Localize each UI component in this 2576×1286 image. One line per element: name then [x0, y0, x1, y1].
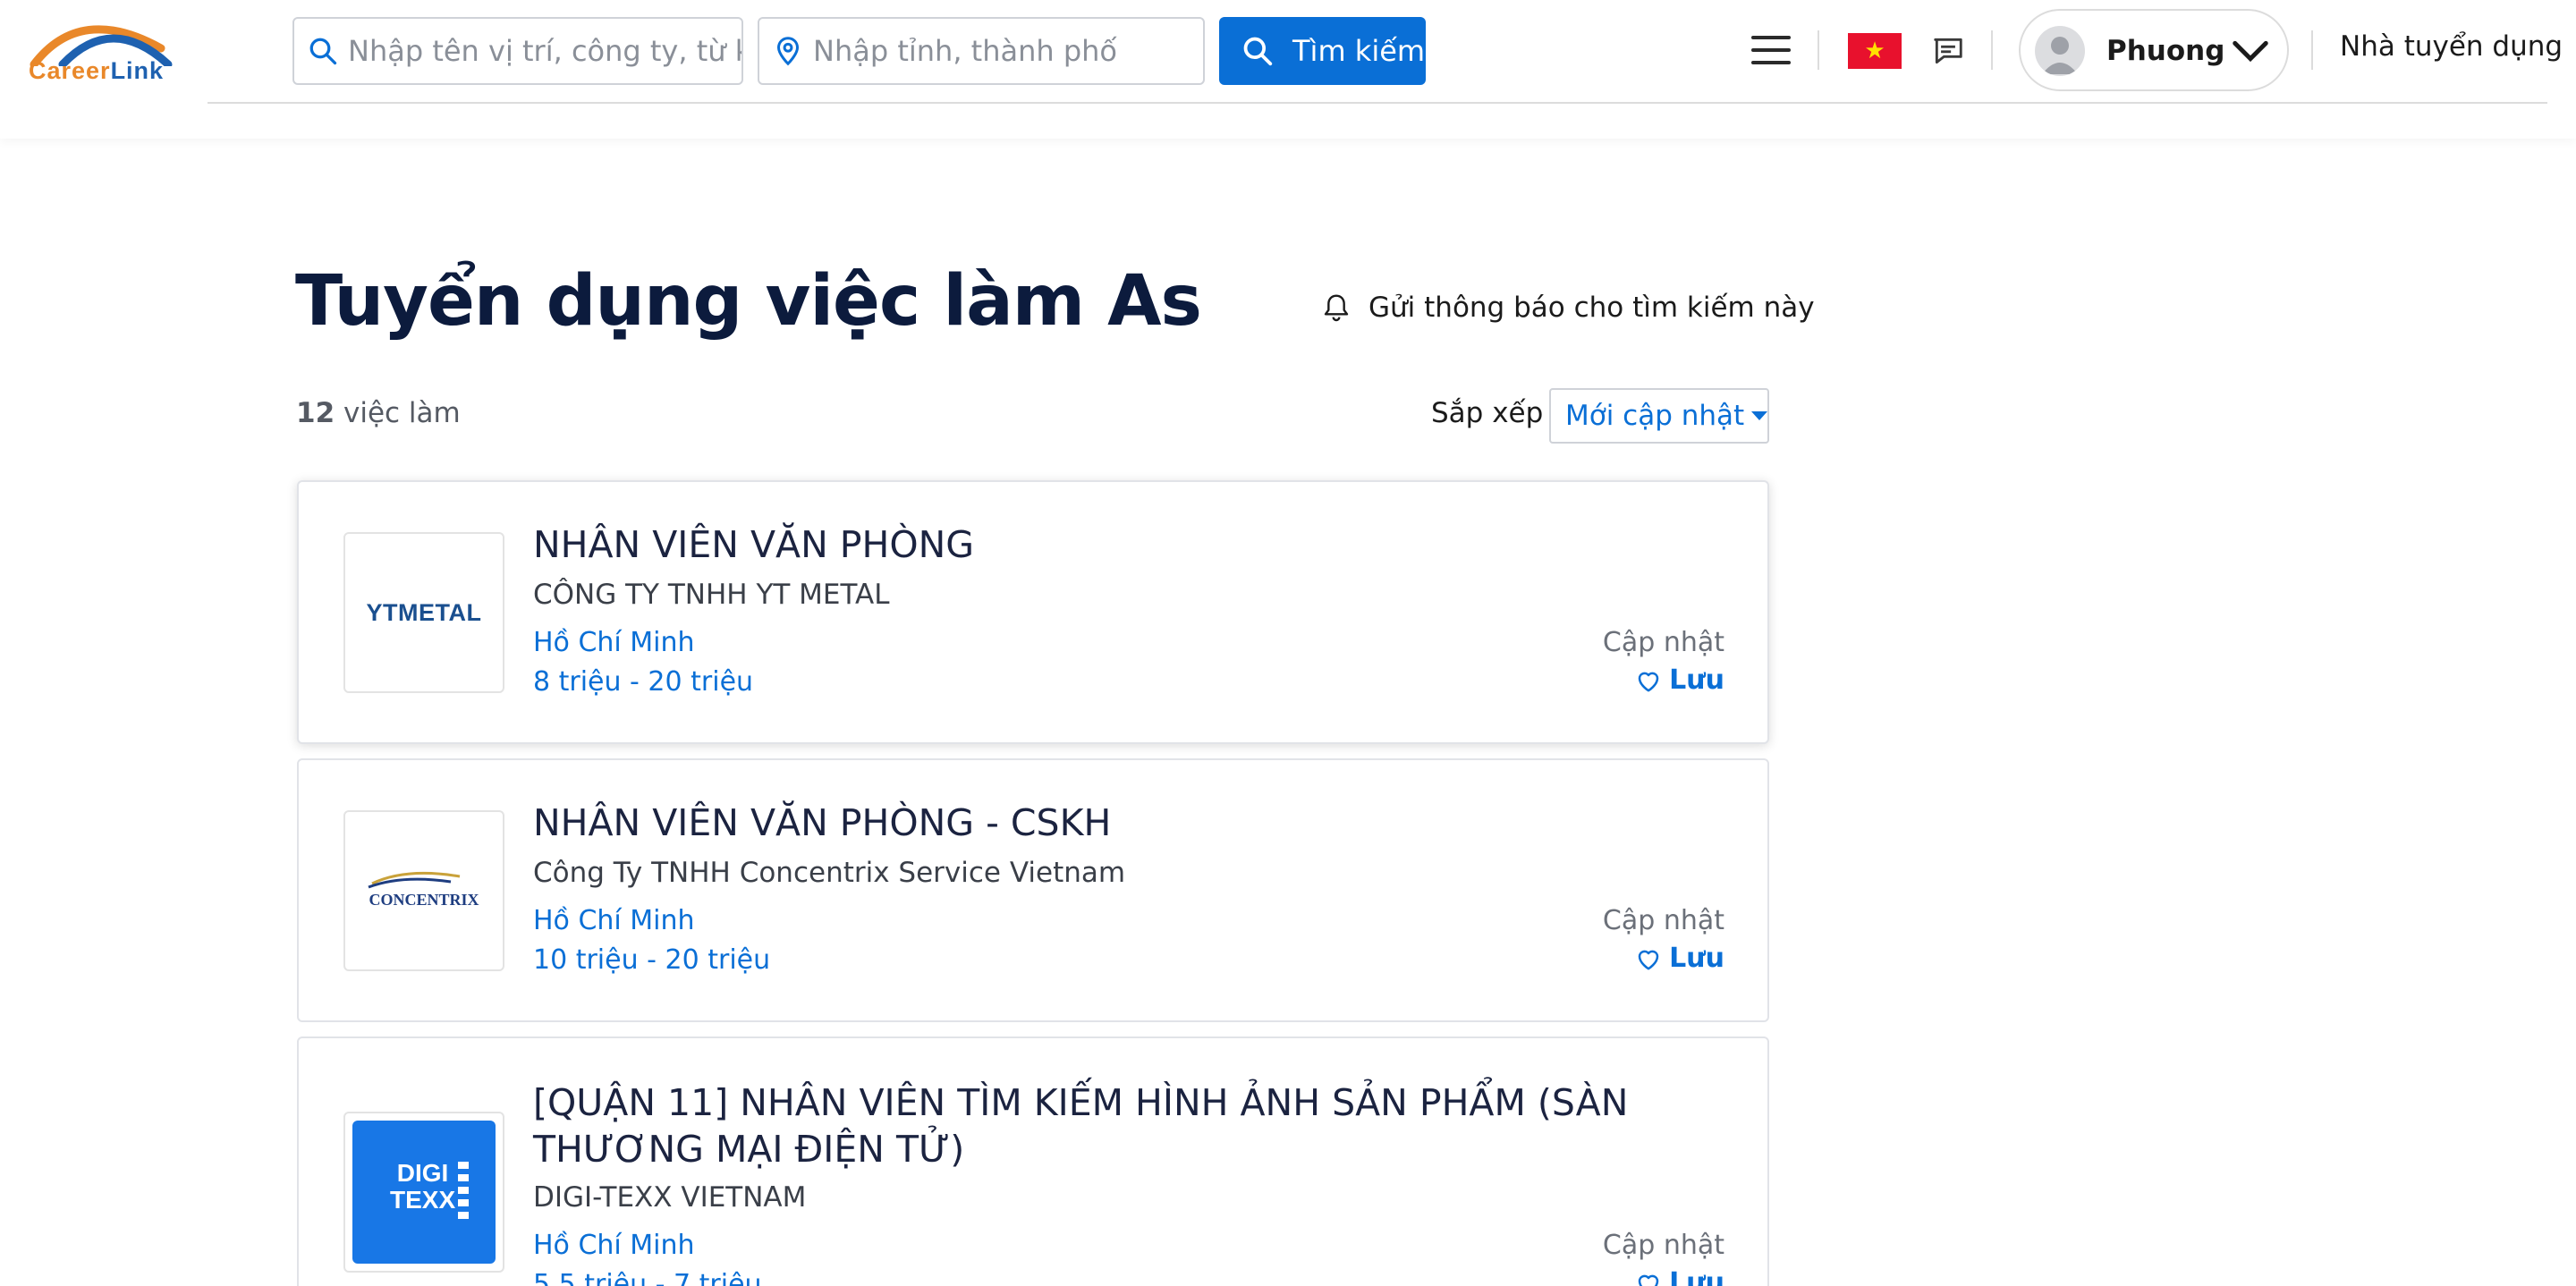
job-company[interactable]: DIGI-TEXX VIETNAM	[533, 1181, 806, 1214]
employer-link[interactable]: Nhà tuyển dụng	[2340, 30, 2563, 63]
job-salary: 5,5 triệu - 7 triệu	[533, 1269, 762, 1286]
job-updated: Cập nhật	[1602, 627, 1724, 658]
menu-icon[interactable]	[1751, 36, 1791, 68]
job-card[interactable]: DIGI TEXX [QUẬN 11] NHÂN VIÊN TÌM KIẾM H…	[297, 1036, 1769, 1286]
keyword-search-input[interactable]	[348, 34, 741, 68]
company-logo-text: CONCENTRIX	[369, 891, 479, 909]
job-location[interactable]: Hồ Chí Minh	[533, 905, 695, 936]
page-title: Tuyển dụng việc làm As	[295, 261, 1202, 342]
save-job-button[interactable]: Lưu	[1635, 664, 1724, 696]
search-button-label: Tìm kiếm	[1292, 34, 1426, 68]
job-count-label: việc làm	[343, 397, 461, 429]
job-location[interactable]: Hồ Chí Minh	[533, 627, 695, 658]
job-salary: 10 triệu - 20 triệu	[533, 944, 771, 976]
company-logo-text: DIGI	[396, 1159, 449, 1187]
search-button[interactable]: Tìm kiếm	[1219, 17, 1426, 85]
keyword-search-field[interactable]	[292, 17, 743, 85]
company-logo[interactable]: DIGI TEXX	[343, 1112, 504, 1273]
search-alert-label: Gửi thông báo cho tìm kiếm này	[1368, 292, 1815, 324]
company-logo-text: TEXX	[390, 1186, 456, 1214]
save-job-label: Lưu	[1669, 1267, 1724, 1286]
user-avatar-icon	[2035, 26, 2085, 76]
search-icon	[1243, 37, 1273, 66]
heart-icon	[1638, 672, 1659, 691]
location-search-input[interactable]	[813, 34, 1203, 68]
location-search-field[interactable]	[758, 17, 1205, 85]
header-divider	[208, 102, 2547, 104]
save-job-label: Lưu	[1669, 664, 1724, 696]
job-title[interactable]: NHÂN VIÊN VĂN PHÒNG	[533, 521, 1678, 568]
divider	[1991, 30, 1993, 70]
job-updated: Cập nhật	[1602, 1230, 1724, 1261]
save-job-button[interactable]: Lưu	[1635, 943, 1724, 974]
bell-icon	[1324, 294, 1349, 322]
heart-icon	[1638, 1274, 1659, 1286]
chat-icon[interactable]	[1930, 34, 1966, 68]
sort-value: Mới cập nhật	[1565, 400, 1745, 432]
sort-dropdown[interactable]: Mới cập nhật	[1549, 388, 1769, 444]
job-location[interactable]: Hồ Chí Minh	[533, 1230, 695, 1261]
job-company[interactable]: Công Ty TNHH Concentrix Service Vietnam	[533, 857, 1125, 889]
save-job-button[interactable]: Lưu	[1635, 1267, 1724, 1286]
company-logo[interactable]: YTMETAL	[343, 532, 504, 693]
job-salary: 8 triệu - 20 triệu	[533, 666, 754, 698]
job-card[interactable]: CONCENTRIX NHÂN VIÊN VĂN PHÒNG - CSKH Cô…	[297, 758, 1769, 1022]
caret-down-icon	[1751, 411, 1768, 420]
job-title[interactable]: NHÂN VIÊN VĂN PHÒNG - CSKH	[533, 800, 1678, 846]
careerlink-logo[interactable]: CareerLink	[27, 13, 181, 86]
chevron-down-icon	[2233, 40, 2268, 63]
search-icon	[309, 38, 337, 65]
heart-icon	[1638, 950, 1659, 969]
save-job-label: Lưu	[1669, 943, 1724, 974]
job-count: 12 việc làm	[296, 397, 461, 429]
divider	[1818, 30, 1819, 70]
company-logo-text: YTMETAL	[366, 598, 482, 626]
user-menu[interactable]: Phuong	[2019, 9, 2289, 91]
divider	[2311, 30, 2313, 70]
user-name: Phuong	[2106, 35, 2225, 67]
job-card[interactable]: YTMETAL NHÂN VIÊN VĂN PHÒNG CÔNG TY TNHH…	[297, 480, 1769, 744]
job-count-number: 12	[296, 397, 335, 429]
company-logo[interactable]: CONCENTRIX	[343, 810, 504, 971]
top-navbar: CareerLink Tìm kiếm ★	[0, 0, 2576, 139]
job-title[interactable]: [QUẬN 11] NHÂN VIÊN TÌM KIẾM HÌNH ẢNH SẢ…	[533, 1079, 1678, 1172]
digitexx-logo-icon: DIGI TEXX	[352, 1121, 496, 1264]
vietnam-flag-icon[interactable]: ★	[1848, 33, 1902, 69]
search-alert-link[interactable]: Gửi thông báo cho tìm kiếm này	[1322, 288, 1815, 327]
logo-text: CareerLink	[29, 57, 165, 84]
concentrix-logo-icon: CONCENTRIX	[368, 871, 479, 909]
job-updated: Cập nhật	[1602, 905, 1724, 936]
location-pin-icon	[776, 37, 800, 66]
sort-label: Sắp xếp	[1431, 397, 1544, 429]
job-company[interactable]: CÔNG TY TNHH YT METAL	[533, 579, 890, 611]
